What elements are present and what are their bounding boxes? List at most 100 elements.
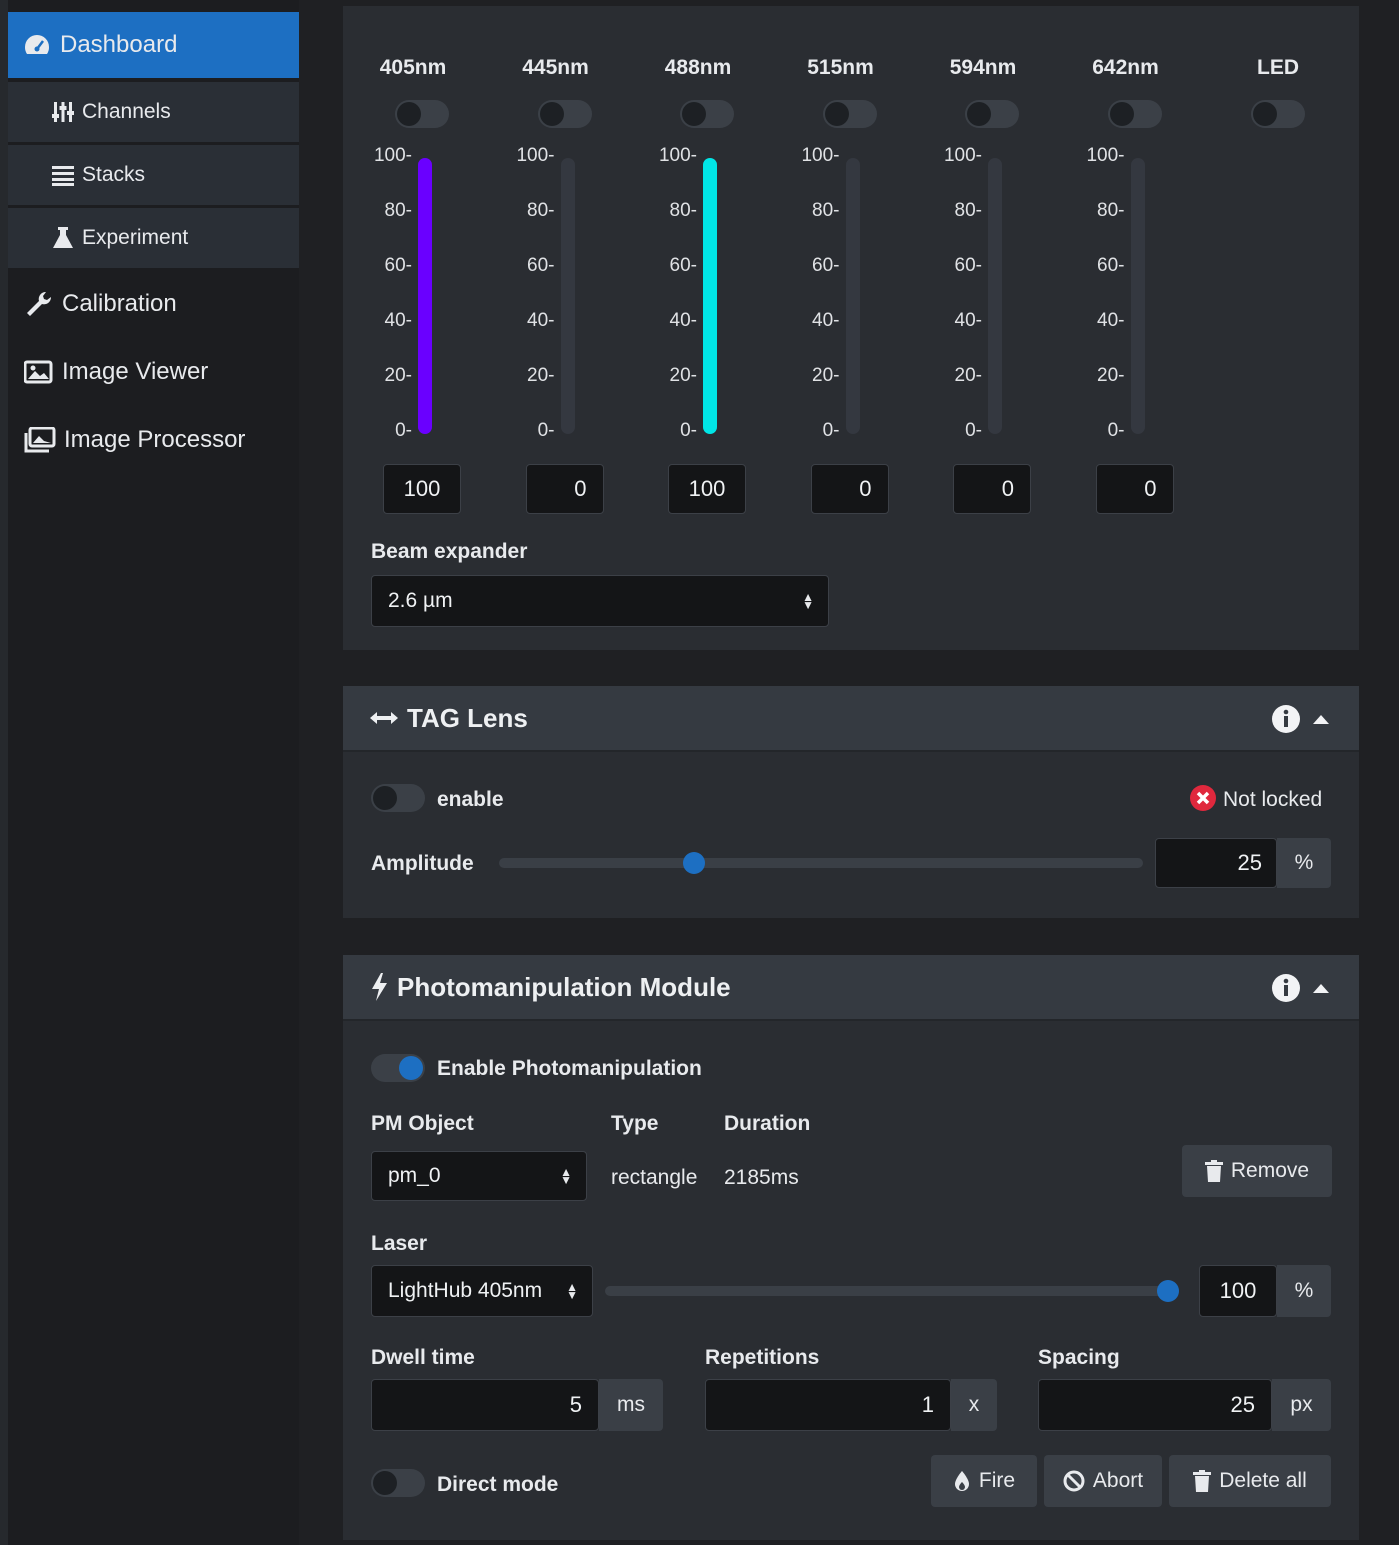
laser-value: LightHub 405nm [388,1279,543,1302]
laser-power-input[interactable]: 100 [1199,1265,1277,1317]
laser-select[interactable]: LightHub 405nm ▲ ▼ [371,1265,593,1317]
sidebar-item-channels[interactable]: Channels [8,82,299,142]
laser-channel-toggle[interactable] [965,100,1019,128]
sidebar-item-label: Calibration [62,290,177,317]
slider-tick-label: 60- [1097,255,1125,276]
laser-channel-label: 405nm [379,56,447,79]
laser-power-value: 100 [403,476,441,501]
abort-button[interactable]: Abort [1044,1455,1162,1507]
laser-power-slider-track[interactable] [605,1286,1179,1296]
slider-tick-label: 40- [954,310,982,331]
slider-tick-label: 20- [812,365,840,386]
slider-tick-label: 100- [373,145,412,166]
beam-expander-select[interactable]: 2.6 µm ▲ ▼ [371,575,829,627]
laser-power-slider[interactable] [988,158,1002,434]
amplitude-slider-track[interactable] [499,858,1143,868]
sidebar-item-experiment[interactable]: Experiment [8,208,299,268]
fire-button[interactable]: Fire [931,1455,1037,1507]
sidebar-item-label: Image Processor [64,426,246,453]
laser-power-value: 100 [688,476,726,501]
slider-tick-label: 80- [812,200,840,221]
laser-label: Laser [371,1232,428,1255]
tag-lens-header[interactable]: TAG Lens [343,686,1359,752]
sidebar: Dashboard Channels Stacks Experiment Cal… [8,0,299,1545]
laser-power-input[interactable]: 0 [525,464,604,514]
laser-power-value: 0 [859,476,872,501]
laser-power-input[interactable]: 0 [953,464,1031,514]
laser-channel-toggle[interactable] [1107,100,1162,128]
image-icon [24,360,53,384]
pm-header[interactable]: Photomanipulation Module [343,955,1359,1021]
tag-lens-title: TAG Lens [407,702,528,733]
info-icon[interactable] [1271,704,1301,734]
collapse-up-icon[interactable] [1311,981,1331,995]
laser-power-slider[interactable] [845,158,860,434]
slider-tick-label: 0- [1107,420,1125,441]
slider-tick-label: 40- [1097,310,1125,331]
collapse-up-icon[interactable] [1311,712,1331,726]
sidebar-item-image-viewer[interactable]: Image Viewer [8,342,299,402]
laser-power-slider[interactable] [1130,158,1145,434]
fire-drop-icon [954,1471,969,1491]
laser-power-input[interactable]: 0 [1095,464,1174,514]
slider-tick-label: 20- [669,365,697,386]
laser-power-input[interactable]: 0 [810,464,889,514]
error-circle-icon [1190,785,1216,811]
beam-expander-label: Beam expander [371,540,528,563]
amplitude-label: Amplitude [371,852,474,875]
led-label: LED [1257,56,1299,79]
ban-icon [1063,1470,1085,1492]
sidebar-item-dashboard[interactable]: Dashboard [8,12,299,78]
delete-all-button[interactable]: Delete all [1169,1455,1331,1507]
amplitude-unit: % [1277,838,1331,888]
slider-tick-label: 40- [527,310,555,331]
laser-channel-toggle[interactable] [395,100,449,128]
laser-power-input[interactable]: 100 [668,464,746,514]
pm-type-label: Type [611,1112,659,1135]
laser-power-slider[interactable] [560,158,575,434]
info-icon[interactable] [1271,973,1301,1003]
sidebar-item-image-processor[interactable]: Image Processor [8,410,299,470]
direct-mode-toggle[interactable] [371,1469,425,1497]
slider-tick-label: 0- [822,420,840,441]
bolt-icon [372,973,387,1001]
pm-duration-value: 2185ms [724,1166,799,1189]
laser-power-value: 100 [1219,1278,1257,1303]
led-toggle[interactable] [1251,100,1305,128]
spacing-input[interactable]: 25 [1038,1379,1272,1431]
laser-channel-toggle[interactable] [822,100,877,128]
repetitions-input[interactable]: 1 [705,1379,951,1431]
spacing-unit: px [1272,1379,1331,1431]
repetitions-value: 1 [921,1392,934,1417]
laser-channel-label: 642nm [1092,56,1159,79]
slider-tick-label: 0- [965,420,982,441]
trash-icon [1204,1160,1223,1182]
flask-icon [53,227,73,248]
tag-lens-enable-label: enable [437,788,504,811]
beam-expander-value: 2.6 µm [388,589,453,612]
amplitude-input[interactable]: 25 [1155,838,1277,888]
select-caret-icon: ▲ ▼ [566,1280,578,1302]
laser-power-unit: % [1277,1265,1331,1317]
laser-power-slider[interactable] [418,158,432,434]
sliders-icon [52,102,74,122]
laser-power-slider[interactable] [703,158,717,434]
tag-lens-panel: TAG Lens enable Not locked Amplitude 25 … [343,686,1359,918]
pm-object-label: PM Object [371,1112,474,1135]
sidebar-item-calibration[interactable]: Calibration [8,274,299,334]
sidebar-item-stacks[interactable]: Stacks [8,145,299,205]
remove-button[interactable]: Remove [1182,1145,1332,1197]
list-icon [52,166,74,186]
laser-channel-toggle[interactable] [680,100,734,128]
laser-power-slider-thumb[interactable] [1157,1280,1179,1302]
laser-channel-toggle[interactable] [537,100,592,128]
dwell-time-input[interactable]: 5 [371,1379,599,1431]
tag-lens-enable-toggle[interactable] [371,784,425,812]
pm-object-select[interactable]: pm_0 ▲ ▼ [371,1151,587,1201]
laser-power-input[interactable]: 100 [383,464,461,514]
select-caret-icon: ▲ ▼ [560,1165,572,1187]
pm-enable-toggle[interactable] [371,1054,425,1082]
slider-tick-label: 80- [1097,200,1125,221]
laser-power-value: 0 [574,476,587,501]
amplitude-slider-thumb[interactable] [683,852,705,874]
